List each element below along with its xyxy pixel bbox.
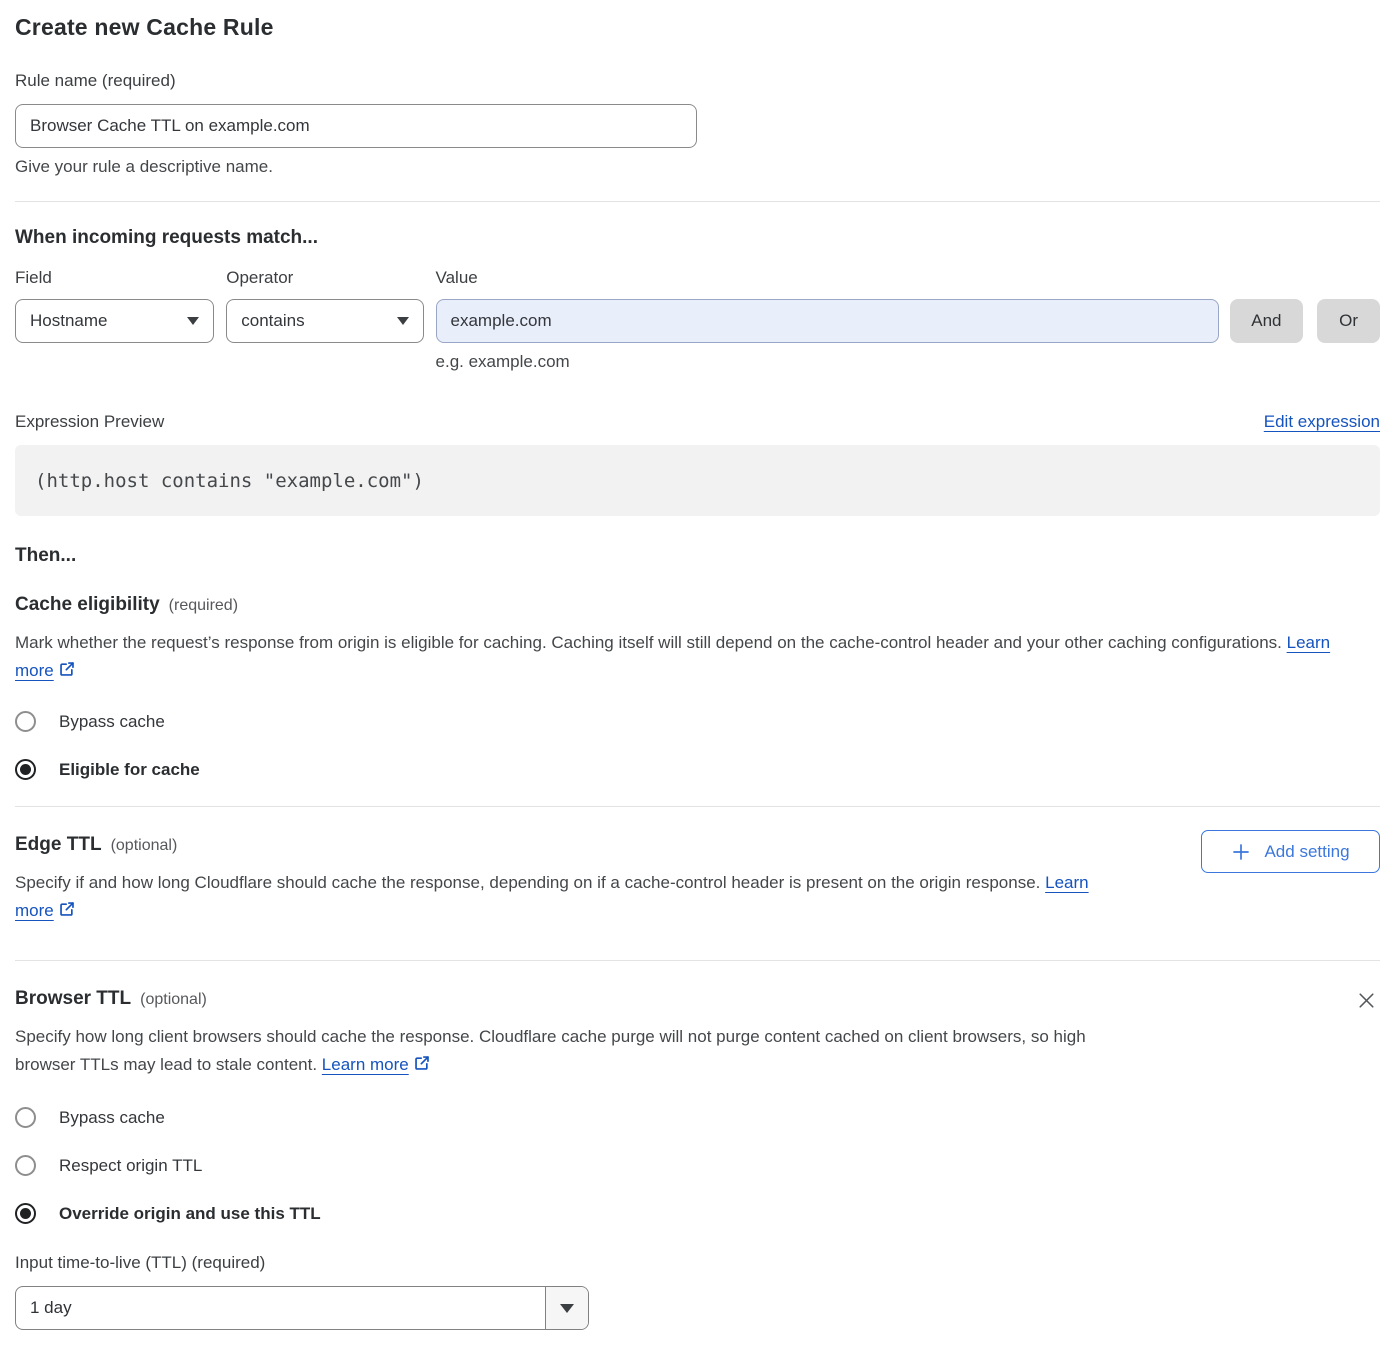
- edit-expression-link[interactable]: Edit expression: [1264, 412, 1380, 432]
- external-link-icon: [58, 899, 76, 927]
- field-select-value: Hostname: [30, 311, 107, 331]
- value-column: Value e.g. example.com: [436, 268, 1219, 372]
- browser-ttl-optional-tag: (optional): [140, 991, 207, 1009]
- cache-eligibility-options: Bypass cache Eligible for cache: [15, 711, 1380, 780]
- ttl-select[interactable]: 1 day: [15, 1286, 589, 1330]
- operator-select[interactable]: contains: [226, 299, 423, 343]
- browser-ttl-section: Browser TTL (optional) Specify how long …: [15, 988, 1380, 1330]
- value-input[interactable]: [436, 299, 1219, 343]
- radio-icon: [15, 1203, 36, 1224]
- radio-label: Eligible for cache: [59, 760, 200, 780]
- match-section-heading: When incoming requests match...: [15, 227, 1380, 249]
- browser-ttl-learn-more-link[interactable]: Learn more: [322, 1055, 409, 1074]
- radio-label: Bypass cache: [59, 712, 165, 732]
- or-button[interactable]: Or: [1317, 299, 1380, 343]
- plus-icon: [1231, 842, 1251, 862]
- expression-code: (http.host contains "example.com"): [35, 470, 424, 492]
- page-title: Create new Cache Rule: [15, 14, 1380, 41]
- section-divider: [15, 201, 1380, 202]
- create-cache-rule-form: Create new Cache Rule Rule name (require…: [0, 0, 1400, 1330]
- field-column: Field Hostname: [15, 268, 214, 343]
- section-divider: [15, 806, 1380, 807]
- radio-icon: [15, 711, 36, 732]
- chevron-down-icon: [187, 317, 199, 325]
- browser-ttl-description-text: Specify how long client browsers should …: [15, 1027, 1086, 1074]
- edge-ttl-optional-tag: (optional): [111, 837, 178, 855]
- radio-icon: [15, 1107, 36, 1128]
- ttl-input-section: Input time-to-live (TTL) (required) 1 da…: [15, 1253, 1380, 1330]
- radio-label: Override origin and use this TTL: [59, 1204, 321, 1224]
- value-label: Value: [436, 268, 1219, 288]
- expression-preview-label: Expression Preview: [15, 412, 164, 432]
- rule-name-section: Rule name (required) Give your rule a de…: [15, 71, 1380, 177]
- browser-ttl-options: Bypass cache Respect origin TTL Override…: [15, 1107, 1380, 1224]
- edge-ttl-description-text: Specify if and how long Cloudflare shoul…: [15, 873, 1040, 892]
- add-setting-label: Add setting: [1264, 842, 1349, 862]
- radio-eligible-for-cache[interactable]: Eligible for cache: [15, 759, 1380, 780]
- edge-ttl-description: Specify if and how long Cloudflare shoul…: [15, 869, 1120, 927]
- edge-ttl-title: Edge TTL: [15, 834, 102, 856]
- rule-name-helper: Give your rule a descriptive name.: [15, 157, 1380, 177]
- edge-ttl-section: Add setting Edge TTL (optional) Specify …: [15, 834, 1380, 927]
- browser-ttl-title: Browser TTL: [15, 988, 131, 1010]
- radio-label: Bypass cache: [59, 1108, 165, 1128]
- ttl-select-arrow-box[interactable]: [545, 1287, 588, 1329]
- radio-label: Respect origin TTL: [59, 1156, 202, 1176]
- external-link-icon: [413, 1053, 431, 1081]
- rule-name-label: Rule name (required): [15, 71, 176, 90]
- match-row: Field Hostname Operator contains Value e…: [15, 268, 1380, 372]
- operator-select-value: contains: [241, 311, 304, 331]
- operator-column: Operator contains: [226, 268, 423, 343]
- field-label: Field: [15, 268, 214, 288]
- chevron-down-icon: [560, 1304, 574, 1313]
- ttl-input-label: Input time-to-live (TTL) (required): [15, 1253, 265, 1272]
- external-link-icon: [58, 659, 76, 687]
- radio-bypass-cache[interactable]: Bypass cache: [15, 711, 1380, 732]
- and-button[interactable]: And: [1230, 299, 1304, 343]
- cache-eligibility-required-tag: (required): [169, 597, 238, 615]
- close-icon[interactable]: [1354, 988, 1378, 1012]
- edge-ttl-heading: Edge TTL (optional): [15, 834, 1380, 856]
- cache-eligibility-description: Mark whether the request’s response from…: [15, 629, 1365, 687]
- radio-override-origin-ttl[interactable]: Override origin and use this TTL: [15, 1203, 1380, 1224]
- section-divider: [15, 960, 1380, 961]
- radio-icon: [15, 1155, 36, 1176]
- cache-eligibility-section: Cache eligibility (required) Mark whethe…: [15, 594, 1380, 780]
- field-select[interactable]: Hostname: [15, 299, 214, 343]
- ttl-select-value: 1 day: [16, 1287, 545, 1329]
- add-setting-button[interactable]: Add setting: [1201, 830, 1380, 873]
- radio-bypass-cache[interactable]: Bypass cache: [15, 1107, 1380, 1128]
- expression-preview-header: Expression Preview Edit expression: [15, 412, 1380, 432]
- browser-ttl-description: Specify how long client browsers should …: [15, 1023, 1120, 1081]
- then-heading: Then...: [15, 545, 1380, 567]
- value-helper: e.g. example.com: [436, 352, 1219, 372]
- radio-respect-origin-ttl[interactable]: Respect origin TTL: [15, 1155, 1380, 1176]
- radio-icon: [15, 759, 36, 780]
- cache-eligibility-heading: Cache eligibility (required): [15, 594, 1380, 616]
- operator-label: Operator: [226, 268, 423, 288]
- expression-code-block: (http.host contains "example.com"): [15, 445, 1380, 516]
- cache-eligibility-description-text: Mark whether the request’s response from…: [15, 633, 1282, 652]
- cache-eligibility-title: Cache eligibility: [15, 594, 160, 616]
- browser-ttl-heading: Browser TTL (optional): [15, 988, 1380, 1010]
- rule-name-input[interactable]: [15, 104, 697, 148]
- chevron-down-icon: [397, 317, 409, 325]
